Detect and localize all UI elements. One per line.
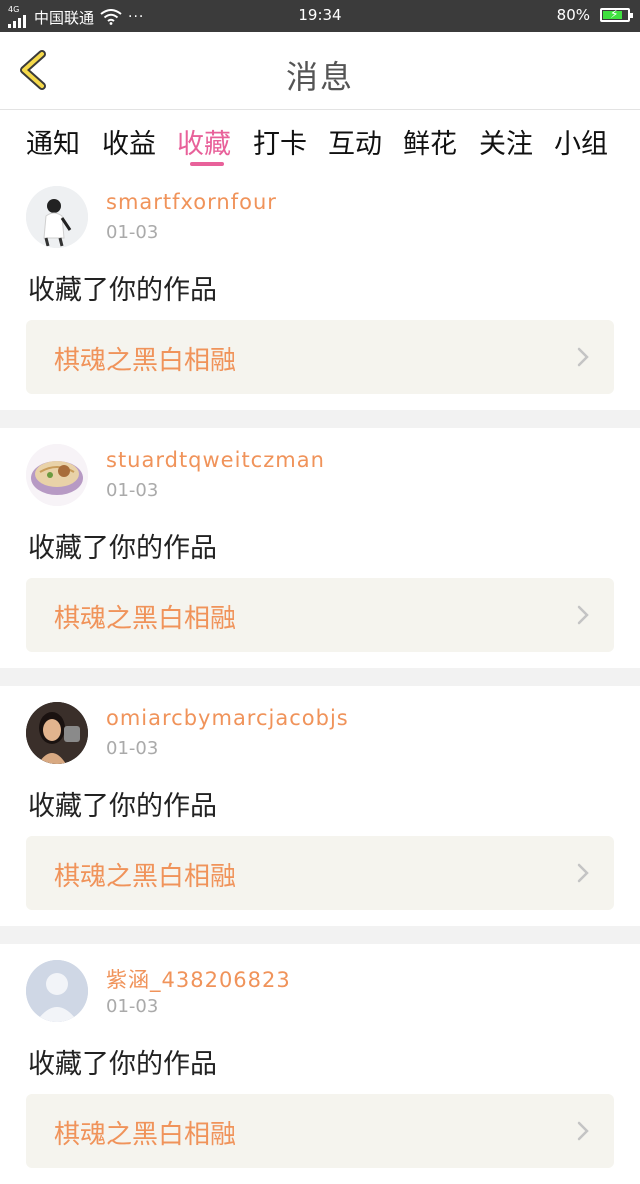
message-date: 01-03 (106, 222, 159, 243)
status-time: 19:34 (298, 6, 342, 24)
chevron-right-icon (577, 1121, 589, 1141)
message-action-text: 收藏了你的作品 (28, 275, 217, 306)
user-photo-icon (26, 186, 88, 248)
avatar[interactable] (26, 702, 88, 764)
work-link[interactable]: 棋魂之黑白相融 (26, 836, 614, 910)
chevron-right-icon (577, 605, 589, 625)
active-tab-indicator (190, 162, 224, 166)
message-date: 01-03 (106, 738, 159, 759)
user-photo-icon (26, 702, 88, 764)
username-link[interactable]: 紫涵_438206823 (106, 964, 291, 994)
avatar[interactable] (26, 960, 88, 1022)
message-action-text: 收藏了你的作品 (28, 1049, 217, 1080)
message-item: omiarcbymarcjacobjs 01-03 收藏了你的作品 棋魂之黑白相… (0, 686, 640, 926)
tab-interaction[interactable]: 互动 (328, 122, 382, 161)
status-bar: 4G 中国联通 ··· 19:34 80% ⚡ (0, 0, 640, 32)
divider (0, 926, 640, 944)
avatar[interactable] (26, 444, 88, 506)
tab-notifications[interactable]: 通知 (26, 122, 80, 161)
status-right: 80% ⚡ (556, 6, 633, 24)
battery-tip (630, 13, 633, 18)
message-item: 紫涵_438206823 01-03 收藏了你的作品 棋魂之黑白相融 (0, 944, 640, 1184)
work-title: 棋魂之黑白相融 (54, 1120, 237, 1150)
tab-favorites[interactable]: 收藏 (177, 122, 231, 161)
page-title: 消息 (285, 58, 354, 96)
charging-bolt-icon: ⚡ (610, 7, 619, 21)
message-date: 01-03 (106, 996, 159, 1017)
tab-groups[interactable]: 小组 (554, 122, 608, 161)
work-title: 棋魂之黑白相融 (54, 604, 237, 634)
username-link[interactable]: omiarcbymarcjacobjs (106, 706, 349, 730)
tab-checkin[interactable]: 打卡 (253, 122, 307, 161)
username-link[interactable]: stuardtqweitczman (106, 448, 325, 472)
message-date: 01-03 (106, 480, 159, 501)
message-action-text: 收藏了你的作品 (28, 791, 217, 822)
message-item: smartfxornfour 01-03 收藏了你的作品 棋魂之黑白相融 (0, 170, 640, 410)
message-action-text: 收藏了你的作品 (28, 533, 217, 564)
noodle-bowl-icon (26, 444, 88, 506)
chevron-right-icon (577, 863, 589, 883)
message-item: stuardtqweitczman 01-03 收藏了你的作品 棋魂之黑白相融 (0, 428, 640, 668)
nav-bar: 消息 (0, 32, 640, 110)
tab-following[interactable]: 关注 (479, 122, 533, 161)
battery-percent: 80% (556, 6, 590, 24)
work-link[interactable]: 棋魂之黑白相融 (26, 578, 614, 652)
tab-earnings[interactable]: 收益 (102, 122, 156, 161)
divider (0, 410, 640, 428)
avatar[interactable] (26, 186, 88, 248)
divider (0, 668, 640, 686)
tab-bar: 通知 收益 收藏 打卡 互动 鲜花 关注 小组 (0, 110, 640, 170)
battery-icon: ⚡ (600, 7, 633, 22)
message-list: smartfxornfour 01-03 收藏了你的作品 棋魂之黑白相融 stu… (0, 170, 640, 1184)
work-link[interactable]: 棋魂之黑白相融 (26, 320, 614, 394)
username-link[interactable]: smartfxornfour (106, 190, 277, 214)
work-title: 棋魂之黑白相融 (54, 346, 237, 376)
work-link[interactable]: 棋魂之黑白相融 (26, 1094, 614, 1168)
chevron-right-icon (577, 347, 589, 367)
work-title: 棋魂之黑白相融 (54, 862, 237, 892)
tab-flowers[interactable]: 鲜花 (403, 122, 457, 161)
default-avatar-icon (26, 960, 88, 1022)
